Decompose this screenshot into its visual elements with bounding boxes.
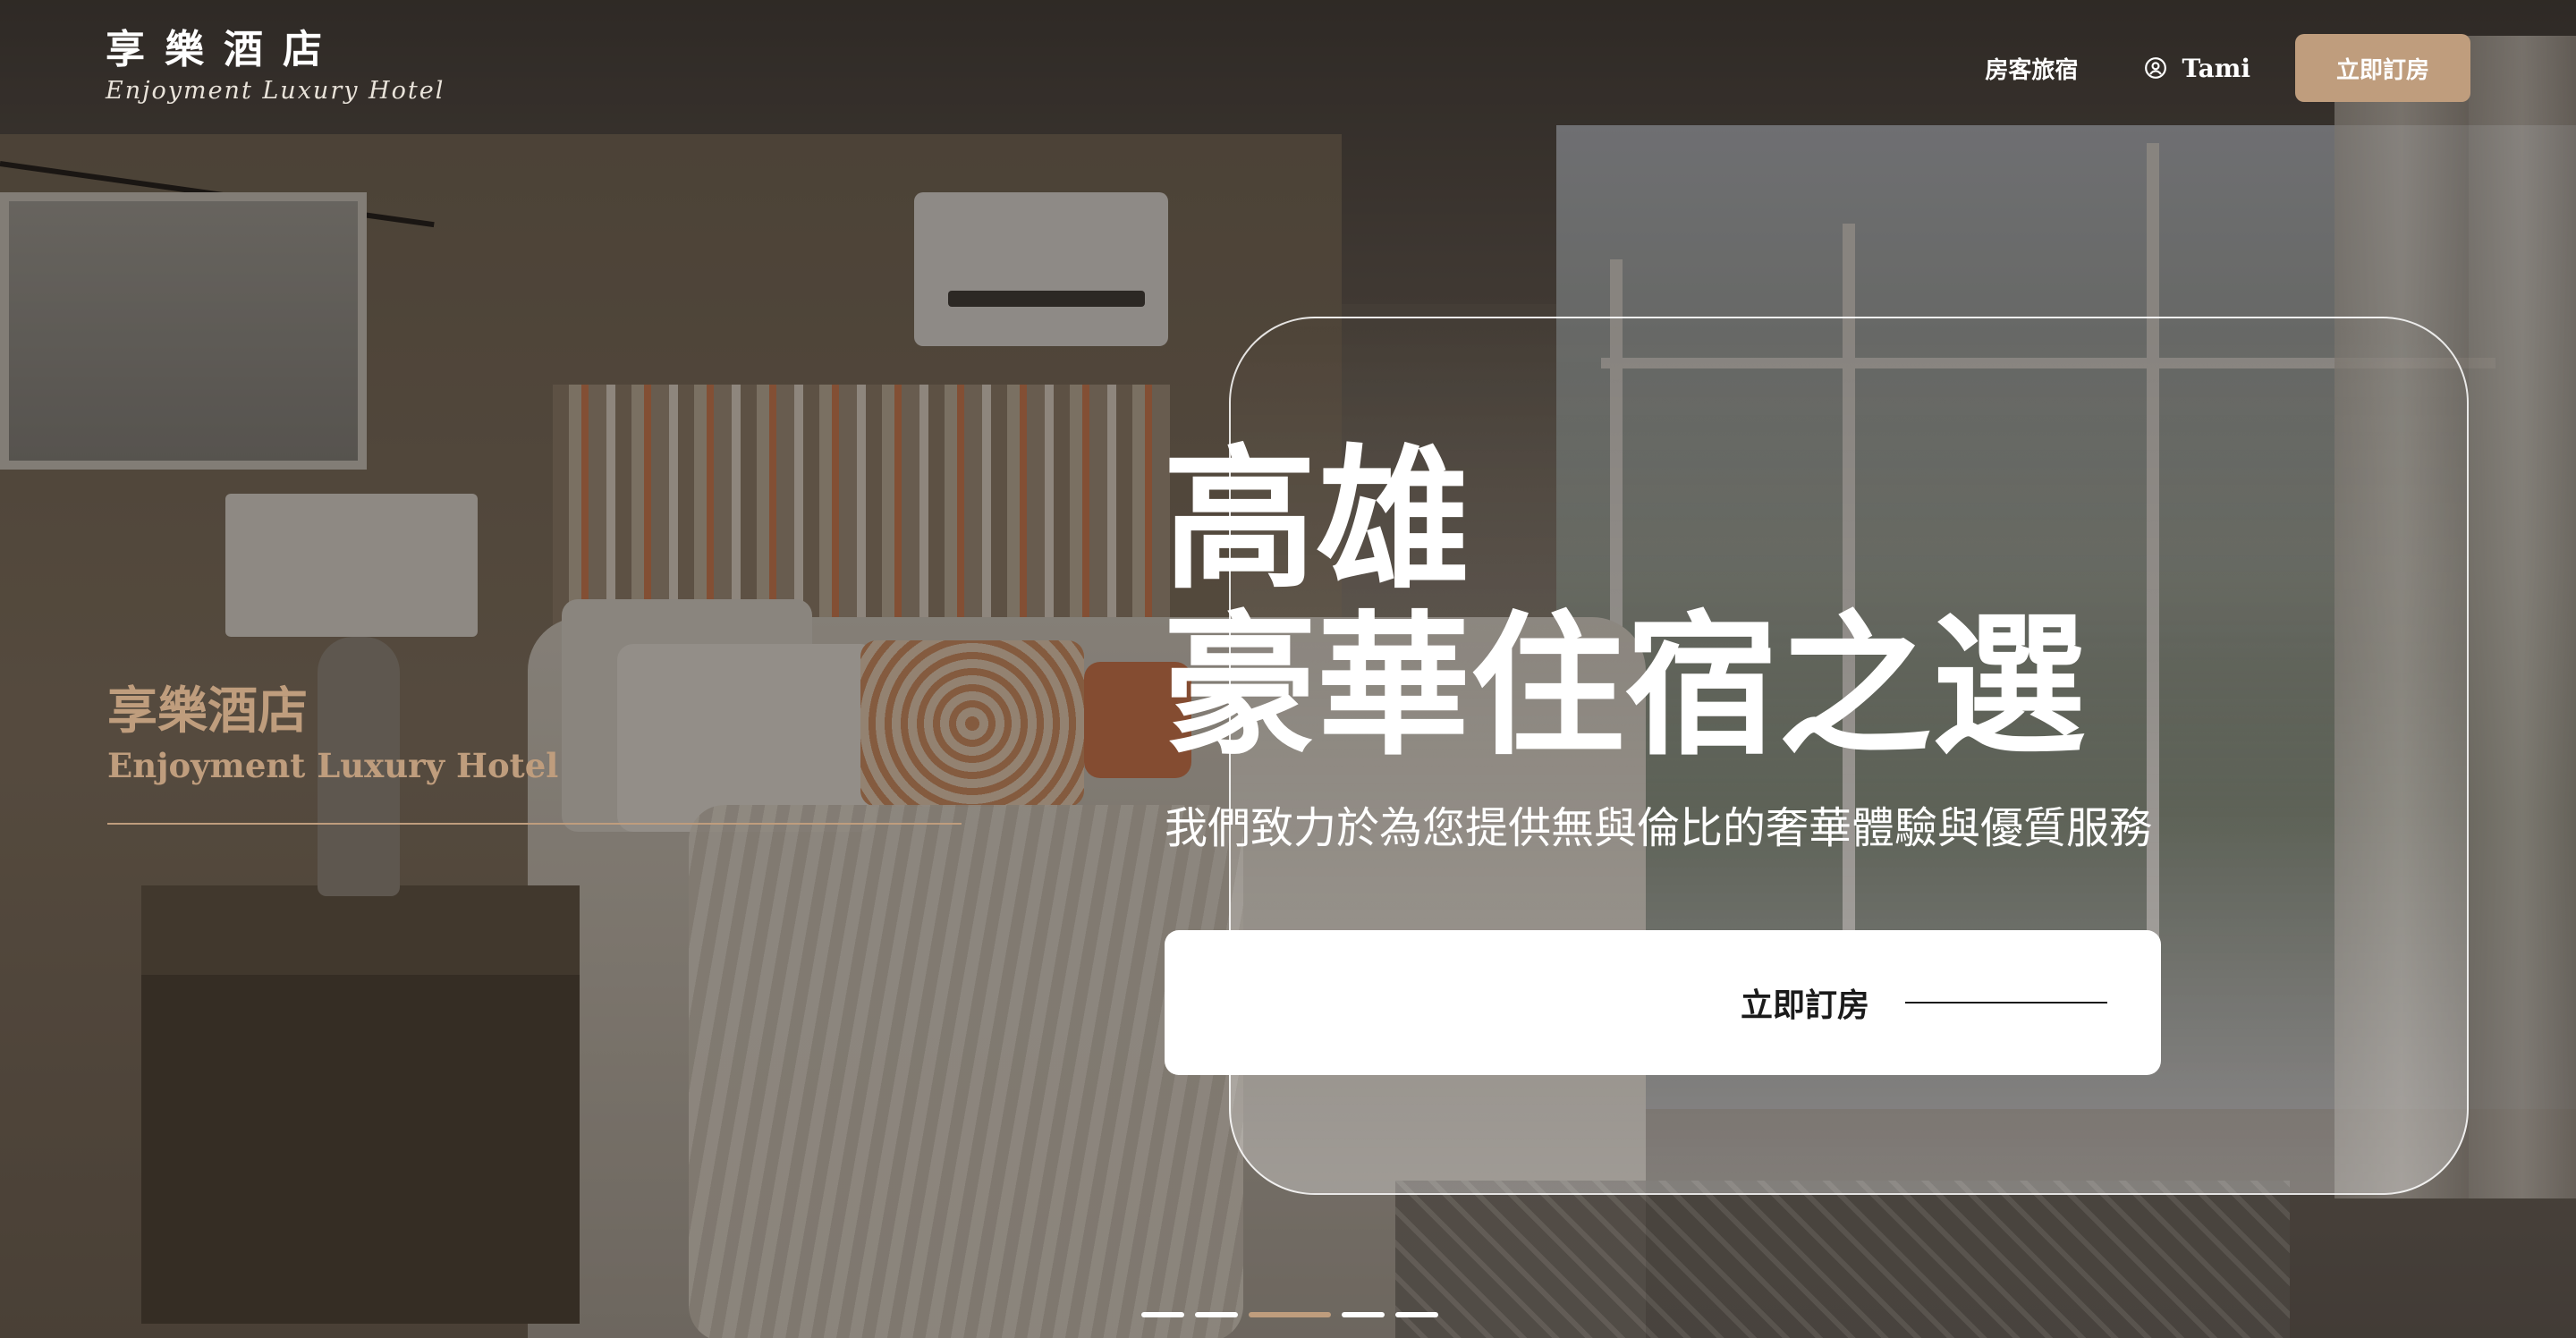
hero-side-title-zh: 享樂酒店 <box>107 682 308 741</box>
carousel-indicator[interactable] <box>1195 1312 1238 1317</box>
brand-name-zh: 享樂酒店 <box>106 27 342 72</box>
hero-headline-line1: 高雄 <box>1163 428 1470 610</box>
hero-side-title-en: Enjoyment Luxury Hotel <box>107 746 559 785</box>
hero-side-divider <box>107 823 962 825</box>
nav-rooms-link[interactable]: 房客旅宿 <box>1985 52 2078 85</box>
carousel-indicator[interactable] <box>1395 1312 1438 1317</box>
user-menu[interactable]: Tami <box>2144 54 2250 83</box>
hero-book-now-button[interactable]: 立即訂房 <box>1165 930 2161 1075</box>
top-nav: 房客旅宿 Tami 立即訂房 <box>1985 34 2470 102</box>
carousel-indicator[interactable] <box>1141 1312 1184 1317</box>
hero-headline-line2: 豪華住宿之選 <box>1163 595 2086 776</box>
hero-subtitle: 我們致力於為您提供無與倫比的奢華體驗與優質服務 <box>1165 803 2153 853</box>
hero-book-now-arrow-line <box>1905 1002 2107 1004</box>
carousel-indicator[interactable] <box>1342 1312 1385 1317</box>
hero-side-brand: 享樂酒店 Enjoyment Luxury Hotel <box>107 678 962 825</box>
carousel-indicators <box>1141 1312 1449 1317</box>
carousel-indicator[interactable] <box>1249 1312 1331 1317</box>
hero-headline: 高雄 豪華住宿之選 <box>1163 436 2086 769</box>
user-name: Tami <box>2182 53 2250 83</box>
brand-name-en: Enjoyment Luxury Hotel <box>106 77 445 105</box>
hero-book-now-label: 立即訂房 <box>1740 987 1869 1024</box>
brand-logo[interactable]: 享樂酒店 Enjoyment Luxury Hotel <box>106 25 445 105</box>
nav-book-now-button[interactable]: 立即訂房 <box>2295 34 2470 102</box>
user-circle-icon <box>2145 57 2167 79</box>
